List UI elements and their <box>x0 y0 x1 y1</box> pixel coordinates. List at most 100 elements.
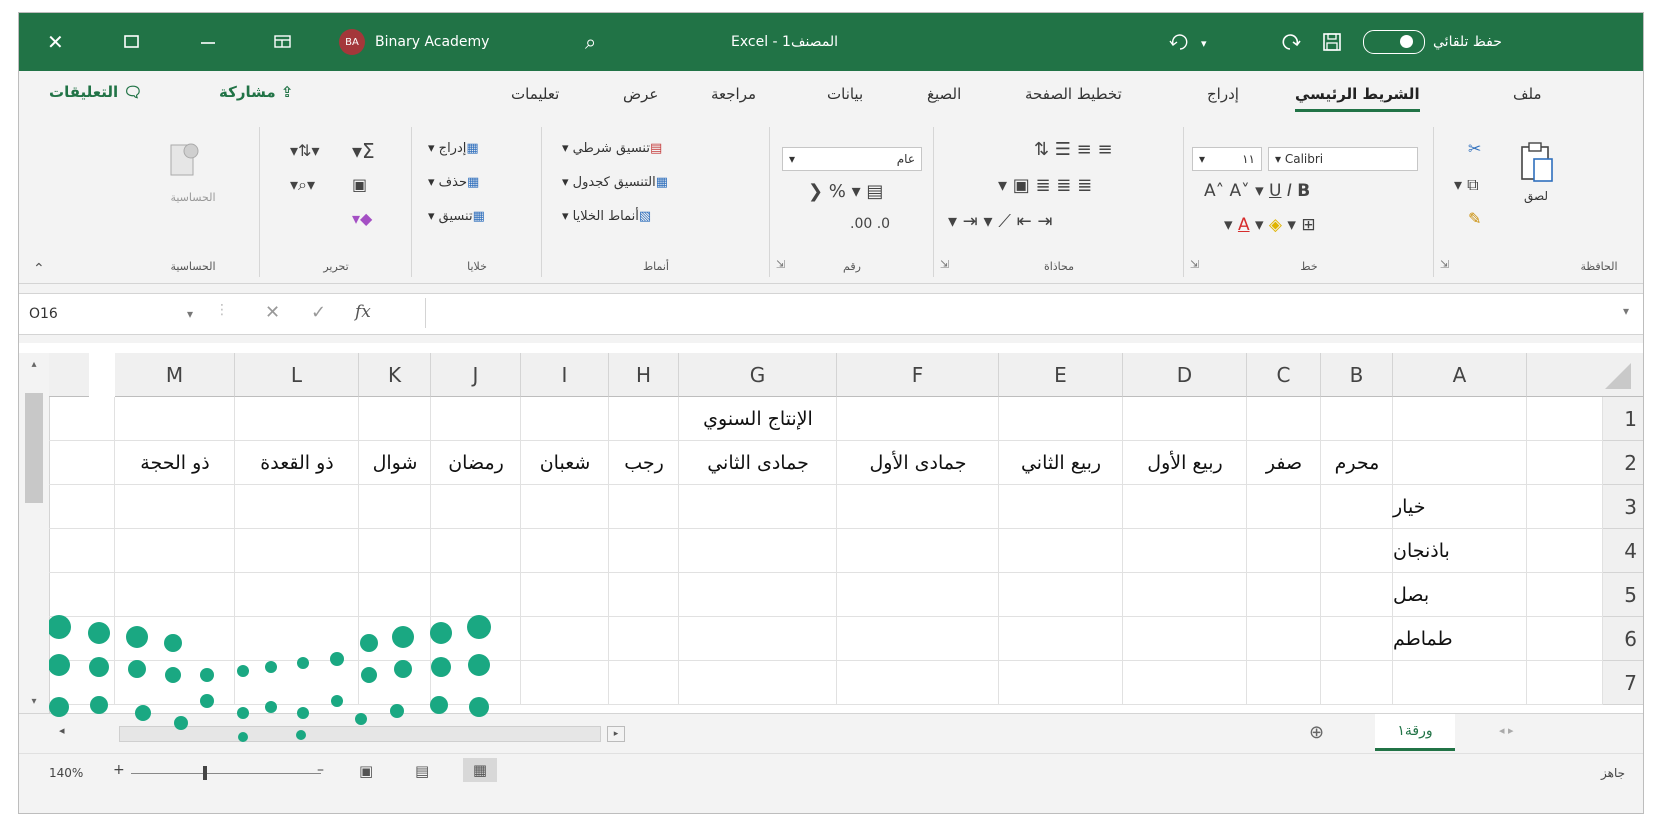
cell-d6[interactable] <box>1123 617 1247 661</box>
cell-h4[interactable] <box>609 529 679 573</box>
format-painter-icon[interactable]: ✎ <box>1468 211 1481 227</box>
delete-cells-button[interactable]: ▦حذف ▾ <box>428 175 479 190</box>
cell-f1[interactable] <box>837 397 999 441</box>
column-header-c[interactable]: C <box>1247 353 1321 397</box>
merge-center-icon[interactable]: ▾ ▣ ≣ ≣ ≣ <box>998 177 1092 195</box>
column-header-f[interactable]: F <box>837 353 999 397</box>
cell-b1[interactable] <box>1321 397 1393 441</box>
tab-help[interactable]: تعليمات <box>511 85 559 103</box>
cell-f6[interactable] <box>837 617 999 661</box>
fill-icon[interactable]: ▣ <box>352 177 367 193</box>
tab-data[interactable]: بيانات <box>827 85 863 103</box>
cell-d1[interactable] <box>1123 397 1247 441</box>
page-layout-view-icon[interactable]: ▤ <box>415 762 429 780</box>
font-name-dropdown[interactable]: ▾ Calibri <box>1268 147 1418 171</box>
cancel-entry-button[interactable]: ✕ <box>265 302 280 323</box>
page-break-view-icon[interactable]: ▣ <box>359 762 373 780</box>
cell-m3[interactable] <box>115 485 235 529</box>
row-header-7[interactable]: 7 <box>1603 661 1643 705</box>
cell-c4[interactable] <box>1247 529 1321 573</box>
zoom-slider[interactable] <box>131 773 321 774</box>
cell-g3[interactable] <box>679 485 837 529</box>
row-header-4[interactable]: 4 <box>1603 529 1643 573</box>
paste-button[interactable]: لصق <box>1516 141 1562 231</box>
account-button[interactable]: BA Binary Academy <box>339 13 489 71</box>
tab-view[interactable]: عرض <box>623 85 658 103</box>
cell-e5[interactable] <box>999 573 1123 617</box>
font-size-adjust-icon[interactable]: A˄ A˅ ▾ U I B <box>1204 183 1310 200</box>
zoom-slider-handle[interactable] <box>203 766 207 780</box>
cell-e3[interactable] <box>999 485 1123 529</box>
find-icon[interactable]: ▾⌕▾ <box>290 177 315 193</box>
column-header-e[interactable]: E <box>999 353 1123 397</box>
copy-icon[interactable]: ▾ ⧉ <box>1454 177 1479 193</box>
column-header-d[interactable]: D <box>1123 353 1247 397</box>
select-all-button[interactable] <box>1527 353 1643 397</box>
column-header-j[interactable]: J <box>431 353 521 397</box>
ribbon-display-button[interactable] <box>273 13 293 71</box>
cell-l4[interactable] <box>235 529 359 573</box>
tab-file[interactable]: ملف <box>1513 85 1542 103</box>
column-header-h[interactable]: H <box>609 353 679 397</box>
autosave-toggle[interactable]: حفظ تلقائي <box>1363 13 1502 71</box>
scrollbar-thumb[interactable] <box>25 393 43 503</box>
cell-e7[interactable] <box>999 661 1123 705</box>
cell-l1[interactable] <box>235 397 359 441</box>
cell-c6[interactable] <box>1247 617 1321 661</box>
cell-c3[interactable] <box>1247 485 1321 529</box>
column-header-i[interactable]: I <box>521 353 609 397</box>
cell-j3[interactable] <box>431 485 521 529</box>
autosum-icon[interactable]: ▾Σ <box>352 141 375 161</box>
sheet-tab[interactable]: ورقة١ <box>1375 714 1455 751</box>
cell-b5[interactable] <box>1321 573 1393 617</box>
undo-button[interactable]: ▾ <box>1167 13 1227 71</box>
cell-a2[interactable] <box>1393 441 1527 485</box>
cell-b6[interactable] <box>1321 617 1393 661</box>
cell-i3[interactable] <box>521 485 609 529</box>
cell-g5[interactable] <box>679 573 837 617</box>
cell-c5[interactable] <box>1247 573 1321 617</box>
row-header-2[interactable]: 2 <box>1603 441 1643 485</box>
cell-e6[interactable] <box>999 617 1123 661</box>
zoom-in-button[interactable]: + <box>113 762 125 778</box>
align-top-icon[interactable]: ⇅ ☰ ≡ ≡ <box>1034 141 1113 159</box>
number-format-dropdown[interactable]: ▾ عام <box>782 147 922 171</box>
cell-b3[interactable] <box>1321 485 1393 529</box>
tab-review[interactable]: مراجعة <box>711 85 756 103</box>
cell-a7[interactable] <box>1393 661 1527 705</box>
insert-function-button[interactable]: fx <box>355 302 371 322</box>
cell-k4[interactable] <box>359 529 431 573</box>
cell-i6[interactable] <box>521 617 609 661</box>
cell-h5[interactable] <box>609 573 679 617</box>
comments-button[interactable]: 🗨 التعليقات <box>49 83 142 101</box>
insert-cells-button[interactable]: ▦إدراج ▾ <box>428 141 479 156</box>
normal-view-icon[interactable]: ▦ <box>463 758 497 782</box>
autosave-switch[interactable] <box>1363 30 1425 54</box>
cell-b4[interactable] <box>1321 529 1393 573</box>
cell-f3[interactable] <box>837 485 999 529</box>
column-header-g[interactable]: G <box>679 353 837 397</box>
cell-i1[interactable] <box>521 397 609 441</box>
format-cells-button[interactable]: ▦تنسيق ▾ <box>428 209 485 224</box>
scroll-down-icon[interactable]: ▾ <box>19 696 49 707</box>
cell-g4[interactable] <box>679 529 837 573</box>
minimize-button[interactable] <box>199 13 217 71</box>
cell-f7[interactable] <box>837 661 999 705</box>
cell-m4[interactable] <box>115 529 235 573</box>
cell-c1[interactable] <box>1247 397 1321 441</box>
sort-filter-icon[interactable]: ▾⇅▾ <box>290 143 319 159</box>
cell-i7[interactable] <box>521 661 609 705</box>
close-button[interactable]: ✕ <box>47 13 64 71</box>
cell-l3[interactable] <box>235 485 359 529</box>
name-box[interactable]: O16 ▾ <box>23 300 193 328</box>
tab-page-layout[interactable]: تخطيط الصفحة <box>1025 85 1122 103</box>
scroll-up-icon[interactable]: ▴ <box>19 359 49 370</box>
cell-g7[interactable] <box>679 661 837 705</box>
add-sheet-button[interactable]: ⊕ <box>1309 722 1324 743</box>
font-size-dropdown[interactable]: ▾ ١١ <box>1192 147 1262 171</box>
row-header-5[interactable]: 5 <box>1603 573 1643 617</box>
cell-j4[interactable] <box>431 529 521 573</box>
cell-c7[interactable] <box>1247 661 1321 705</box>
column-header-m[interactable]: M <box>115 353 235 397</box>
cell-h7[interactable] <box>609 661 679 705</box>
